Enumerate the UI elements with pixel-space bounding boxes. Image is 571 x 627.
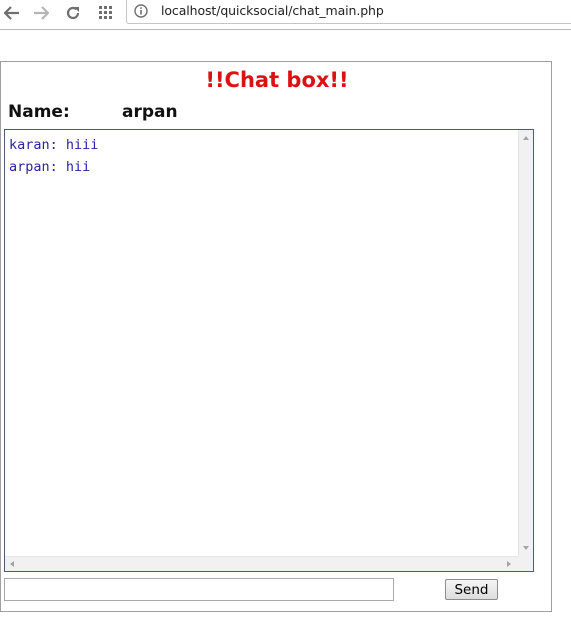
toolbar-divider xyxy=(0,29,571,30)
back-arrow-icon[interactable] xyxy=(2,3,22,23)
scroll-right-icon[interactable] xyxy=(507,561,511,567)
send-button[interactable]: Send xyxy=(445,579,498,600)
vertical-scrollbar[interactable] xyxy=(518,130,533,556)
browser-toolbar: localhost/quicksocial/chat_main.php xyxy=(0,0,571,26)
name-label: Name: xyxy=(8,102,70,122)
apps-grid-icon[interactable] xyxy=(96,3,116,23)
chat-box-frame: !!Chat box!! Name: arpan karan: hiii arp… xyxy=(0,61,552,612)
page-info-icon[interactable] xyxy=(134,4,148,18)
scroll-down-icon[interactable] xyxy=(523,546,529,550)
name-value: arpan xyxy=(122,102,178,122)
horizontal-scrollbar[interactable] xyxy=(5,556,518,571)
forward-arrow-icon[interactable] xyxy=(31,3,51,23)
address-bar[interactable]: localhost/quicksocial/chat_main.php xyxy=(126,0,571,24)
scroll-up-icon[interactable] xyxy=(523,136,529,140)
scroll-left-icon[interactable] xyxy=(10,561,14,567)
url-text: localhost/quicksocial/chat_main.php xyxy=(161,3,384,18)
message-item: karan: hiii xyxy=(9,137,99,153)
reload-icon[interactable] xyxy=(63,3,83,23)
message-input[interactable] xyxy=(4,578,394,601)
messages-box[interactable]: karan: hiii arpan: hii xyxy=(4,129,534,572)
message-item: arpan: hii xyxy=(9,159,91,175)
scrollbar-corner xyxy=(518,556,533,571)
chat-title: !!Chat box!! xyxy=(205,68,349,92)
message-list: karan: hiii arpan: hii xyxy=(9,134,98,178)
